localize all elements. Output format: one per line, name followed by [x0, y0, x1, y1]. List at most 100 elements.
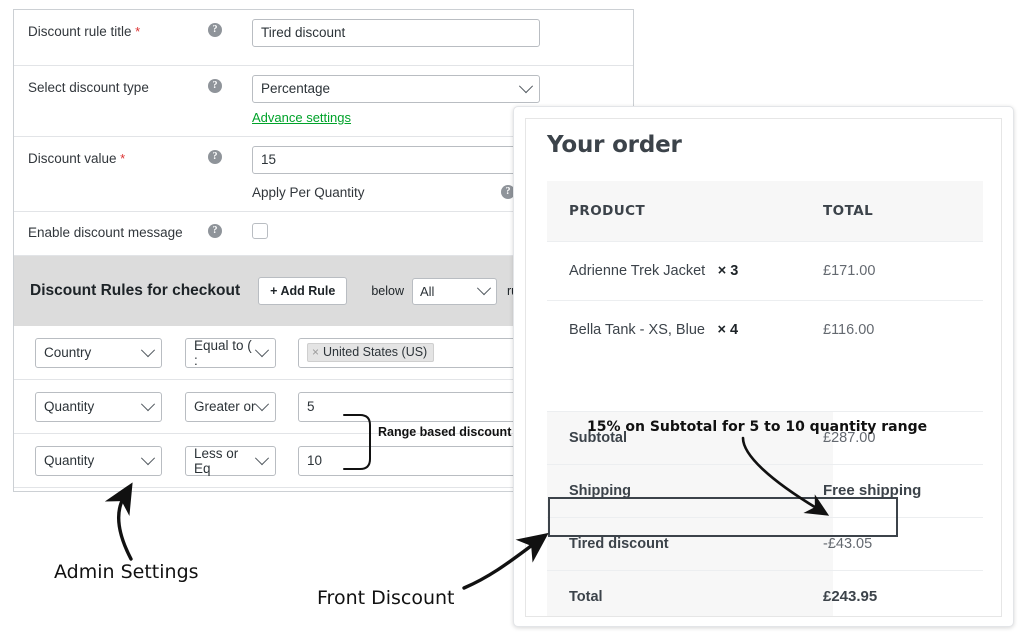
country-tag-label: United States (US) — [323, 345, 428, 359]
admin-settings-arrow — [104, 482, 133, 561]
field-label-text: Enable discount message — [28, 225, 183, 240]
help-wrap: ? — [208, 66, 252, 93]
country-tag[interactable]: × United States (US) — [307, 343, 435, 362]
help-wrap: ? — [208, 212, 252, 238]
line-item-qty-value: 4 — [729, 322, 739, 338]
annotation-range-based-discount: Range based discount — [378, 425, 512, 439]
add-rule-button[interactable]: + Add Rule — [258, 277, 348, 305]
order-summary-card: Your order PRODUCT TOTAL Adrienne Trek J… — [525, 118, 1002, 617]
field-label: Select discount type — [14, 66, 208, 97]
order-table-head: PRODUCT TOTAL — [547, 181, 983, 241]
summary-label-cell: Tired discount — [547, 535, 823, 553]
rule-field-select[interactable]: Quantity — [35, 391, 162, 422]
line-item-total: £171.00 — [823, 262, 983, 280]
apply-per-quantity-label: Apply Per Quantity — [252, 184, 365, 200]
order-summary-rows: Subtotal £287.00 Shipping Free shipping … — [547, 411, 983, 616]
column-header-product: PRODUCT — [547, 202, 823, 220]
order-line-item: Bella Tank - XS, Blue × 4 £116.00 — [547, 300, 983, 359]
form-row-discount-rule-title: Discount rule title * ? Tired discount — [14, 10, 633, 66]
summary-label: Total — [569, 589, 603, 605]
line-item-total-value: £171.00 — [823, 263, 876, 279]
summary-label-cell: Total — [547, 588, 823, 606]
rule-value-tokens[interactable]: × United States (US) — [298, 337, 548, 368]
line-item-name: Adrienne Trek Jacket — [569, 263, 706, 279]
chevron-down-icon — [140, 342, 156, 357]
rule-field-select[interactable]: Country — [35, 337, 162, 368]
summary-label: Shipping — [569, 483, 632, 499]
field-label-text: Discount rule title — [28, 24, 132, 39]
chevron-down-icon — [140, 450, 156, 465]
order-line-item: Adrienne Trek Jacket × 3 £171.00 — [547, 241, 983, 300]
help-icon[interactable]: ? — [208, 150, 222, 164]
required-asterisk: * — [131, 24, 141, 39]
rule-operator-select[interactable]: Greater or — [185, 391, 276, 422]
field-label: Discount value * — [14, 137, 208, 168]
rule-match-value: All — [420, 283, 435, 299]
order-table: PRODUCT TOTAL Adrienne Trek Jacket × 3 £… — [547, 181, 983, 359]
rule-field-value: Quantity — [44, 399, 95, 414]
line-item-qty: × 3 — [710, 263, 739, 279]
discount-value-input[interactable]: 15 — [252, 146, 540, 174]
field-wrap: Tired discount — [252, 10, 633, 59]
multiply-icon: × — [717, 263, 727, 279]
field-label: Enable discount message — [14, 212, 208, 242]
chevron-down-icon — [254, 450, 270, 465]
help-icon[interactable]: ? — [208, 23, 222, 37]
rule-operator-value: Greater or — [194, 399, 256, 414]
summary-value-cell: £243.95 — [823, 588, 983, 606]
field-label: Discount rule title * — [14, 10, 208, 41]
summary-value: -£43.05 — [823, 536, 873, 552]
annotation-front-discount: Front Discount — [317, 587, 455, 609]
help-wrap: ? — [208, 10, 252, 37]
column-header-total-text: TOTAL — [823, 203, 874, 219]
chevron-down-icon — [254, 396, 270, 411]
rule-match-select[interactable]: All — [412, 277, 497, 305]
rule-value-input[interactable]: 5 — [298, 391, 548, 422]
chevron-down-icon — [140, 396, 156, 411]
discount-type-select[interactable]: Percentage — [252, 75, 540, 103]
rule-operator-value: Less or Eq — [194, 445, 239, 476]
discount-rules-title: Discount Rules for checkout — [30, 282, 241, 299]
summary-row-total: Total £243.95 — [547, 570, 983, 616]
line-item-qty-value: 3 — [730, 263, 739, 279]
rule-field-value: Quantity — [44, 453, 95, 468]
summary-row-tired-discount: Tired discount -£43.05 — [547, 517, 983, 570]
chevron-down-icon — [518, 79, 534, 94]
rule-field-value: Country — [44, 345, 92, 360]
summary-label-cell: Shipping — [547, 482, 823, 500]
rule-operator-select[interactable]: Less or Eq — [185, 445, 276, 476]
rule-field-select[interactable]: Quantity — [35, 445, 162, 476]
chevron-down-icon — [476, 281, 492, 296]
summary-label: Tired discount — [569, 536, 669, 552]
line-item-product: Bella Tank - XS, Blue × 4 — [547, 321, 823, 339]
advance-settings-link[interactable]: Advance settings — [252, 110, 351, 125]
below-label: below — [371, 284, 404, 298]
annotation-percent-note: 15% on Subtotal for 5 to 10 quantity ran… — [587, 419, 928, 435]
summary-value-cell: -£43.05 — [823, 535, 983, 553]
help-icon[interactable]: ? — [208, 79, 222, 93]
discount-type-value: Percentage — [261, 81, 331, 96]
required-asterisk: * — [116, 151, 126, 166]
line-item-total: £116.00 — [823, 321, 983, 339]
order-summary-panel: Your order PRODUCT TOTAL Adrienne Trek J… — [513, 106, 1014, 627]
help-wrap: ? — [208, 137, 252, 164]
field-label-text: Discount value — [28, 151, 117, 166]
help-icon[interactable]: ? — [208, 224, 222, 238]
line-item-qty: × 4 — [709, 322, 738, 338]
multiply-icon: × — [717, 322, 726, 338]
summary-value-cell: Free shipping — [823, 482, 983, 500]
rule-operator-select[interactable]: Equal to ( : — [185, 337, 276, 368]
line-item-name: Bella Tank - XS, Blue — [569, 322, 705, 338]
enable-discount-message-checkbox[interactable] — [252, 223, 268, 239]
rule-value-input[interactable]: 10 — [298, 445, 548, 476]
column-header-product-text: PRODUCT — [569, 203, 646, 219]
field-label-text: Select discount type — [28, 80, 149, 95]
column-header-total: TOTAL — [823, 202, 983, 220]
order-title: Your order — [547, 132, 682, 158]
rule-operator-value: Equal to ( : — [194, 337, 252, 368]
discount-rule-title-input[interactable]: Tired discount — [252, 19, 540, 47]
line-item-product: Adrienne Trek Jacket × 3 — [547, 262, 823, 280]
close-icon[interactable]: × — [312, 345, 319, 359]
line-item-total-value: £116.00 — [823, 322, 875, 338]
apply-per-quantity-row: Apply Per Quantity ? — [252, 184, 540, 200]
